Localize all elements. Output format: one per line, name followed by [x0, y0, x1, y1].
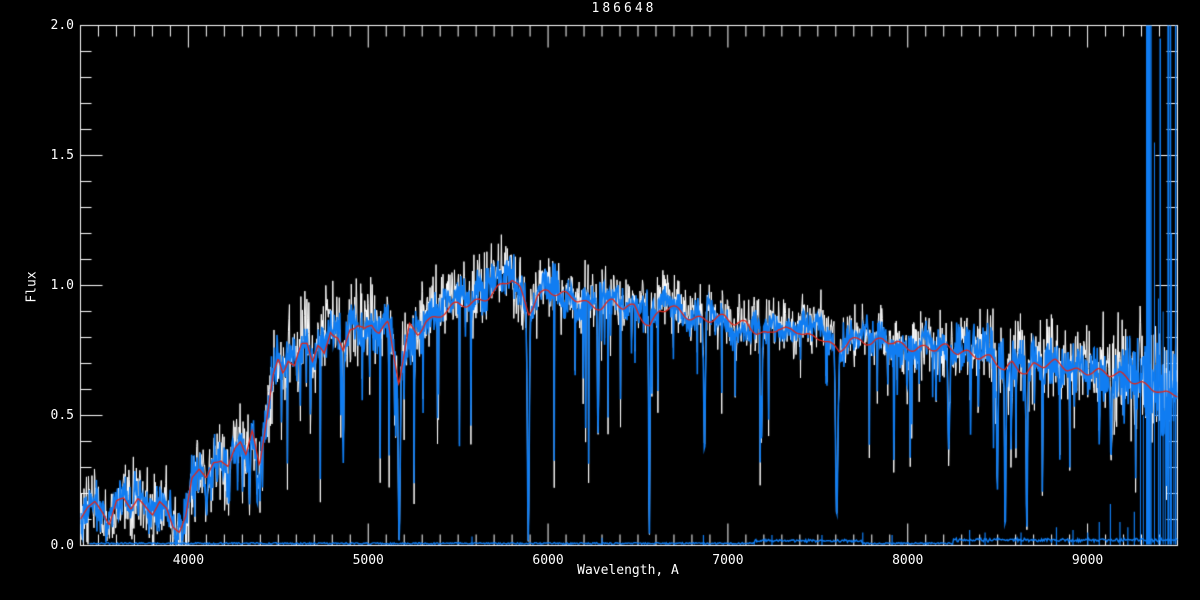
y-tick-label: 0.5 [50, 407, 74, 423]
x-tick-label: 5000 [352, 553, 384, 568]
x-tick-label: 9000 [1071, 553, 1104, 568]
spectrum-chart-canvas [0, 0, 1200, 600]
x-axis-label: Wavelength, A [577, 563, 679, 578]
spectrum-plot-window: 186648 Wavelength, A Flux 4000 5000 6000 70… [0, 0, 1200, 600]
y-tick-label: 1.5 [50, 147, 74, 163]
x-tick-label: 8000 [892, 553, 924, 568]
x-tick-label: 7000 [712, 553, 744, 568]
y-tick-label: 1.0 [50, 277, 74, 293]
y-tick-label: 0.0 [50, 537, 74, 553]
plot-title: 186648 [591, 1, 657, 16]
y-tick-label: 2.0 [50, 17, 74, 33]
x-tick-label: 4000 [172, 553, 205, 568]
x-tick-label: 6000 [532, 553, 564, 568]
